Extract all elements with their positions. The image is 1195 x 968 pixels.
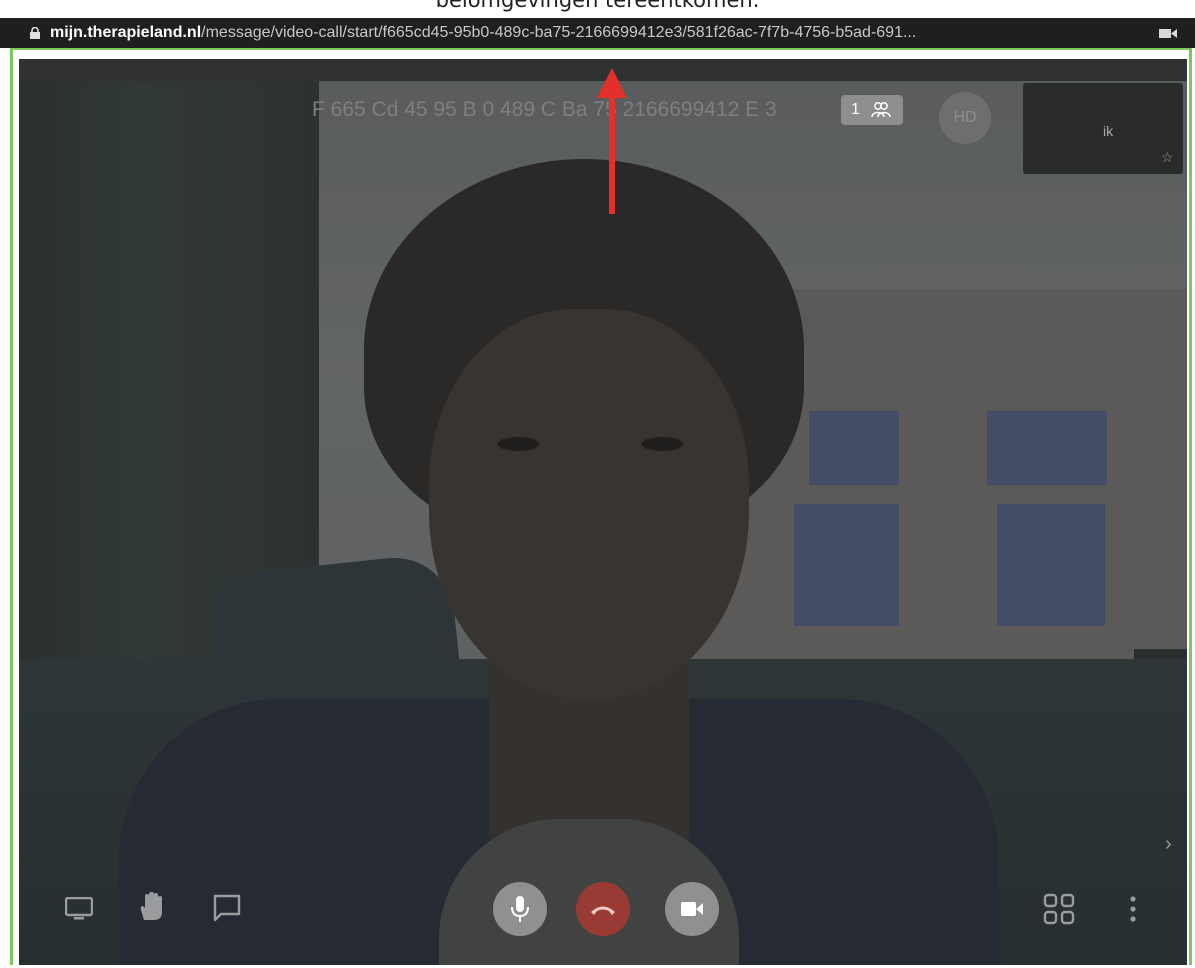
camera-button[interactable]: [665, 882, 719, 936]
star-icon[interactable]: ☆: [1161, 149, 1174, 166]
self-view-label: ik: [1103, 123, 1114, 139]
chevron-right-icon[interactable]: ›: [1165, 833, 1172, 856]
video-dim-overlay: [19, 59, 1187, 965]
screen-share-button[interactable]: [65, 897, 93, 921]
avatar[interactable]: HD: [939, 92, 991, 144]
tile-view-button[interactable]: [1043, 893, 1075, 925]
participant-count: 1: [851, 101, 860, 118]
url-domain: mijn.therapieland.nl: [50, 24, 202, 41]
hang-up-icon: [591, 906, 615, 915]
lock-icon: [30, 27, 40, 39]
hang-up-button[interactable]: [576, 882, 630, 936]
address-url[interactable]: mijn.therapieland.nl/message/video-call/…: [50, 18, 916, 48]
chat-button[interactable]: [213, 894, 241, 922]
microphone-button[interactable]: [493, 882, 547, 936]
url-path: /message/video-call/start/f665cd45-95b0-…: [201, 24, 917, 41]
room-title: F 665 Cd 45 95 B 0 489 C Ba 75 216669941…: [312, 98, 777, 121]
video-stage: F 665 Cd 45 95 B 0 489 C Ba 75 216669941…: [19, 59, 1187, 965]
self-view-thumbnail[interactable]: ik ☆: [1023, 83, 1183, 174]
browser-address-bar[interactable]: mijn.therapieland.nl/message/video-call/…: [0, 18, 1195, 48]
annotation-arrow-head: [597, 68, 627, 98]
raise-hand-button[interactable]: [138, 892, 166, 922]
camera-indicator-icon[interactable]: [1159, 28, 1177, 39]
camera-icon: [681, 902, 703, 916]
microphone-icon: [511, 896, 529, 922]
annotation-arrow-line: [609, 96, 615, 214]
participants-icon: [871, 102, 891, 118]
participant-count-badge[interactable]: 1: [841, 95, 903, 125]
caption-text: belomgevingen tereentkomen.: [435, 0, 760, 12]
more-options-button[interactable]: [1127, 895, 1139, 923]
